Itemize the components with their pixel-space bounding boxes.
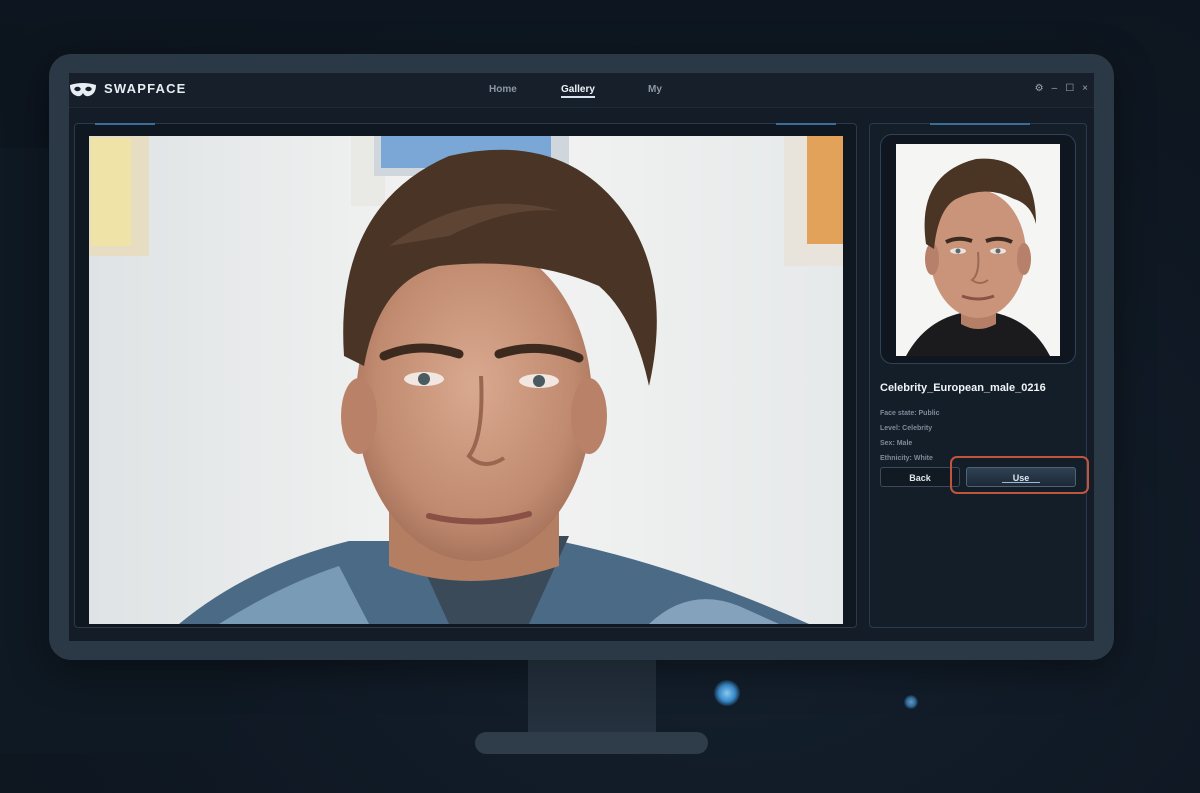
nav-home[interactable]: Home xyxy=(489,84,517,95)
background-top-shade xyxy=(0,0,1200,60)
app-window: SWAPFACE Home Gallery My ⚙ – ☐ × Celebri… xyxy=(69,73,1094,641)
nav-gallery[interactable]: Gallery xyxy=(561,84,595,98)
ambient-light-dot-small xyxy=(904,695,918,709)
video-frame-image xyxy=(89,136,843,624)
face-sex: Sex: Male xyxy=(880,440,913,447)
portrait-image xyxy=(896,144,1060,356)
maximize-icon[interactable]: ☐ xyxy=(1065,83,1074,95)
window-controls: ⚙ – ☐ × xyxy=(1035,83,1088,95)
face-state: Face state: Public xyxy=(880,410,940,417)
nav-my[interactable]: My xyxy=(648,84,662,95)
face-level: Level: Celebrity xyxy=(880,425,933,432)
settings-icon[interactable]: ⚙ xyxy=(1035,83,1044,95)
use-button[interactable]: Use xyxy=(966,467,1076,487)
ambient-light-dot xyxy=(714,680,740,706)
mask-icon xyxy=(70,83,96,97)
minimize-icon[interactable]: – xyxy=(1052,83,1058,95)
celebrity-portrait xyxy=(896,144,1060,356)
face-name: Celebrity_European_male_0216 xyxy=(880,382,1046,394)
back-button[interactable]: Back xyxy=(880,467,960,487)
app-brand: SWAPFACE xyxy=(104,81,187,96)
monitor-stand xyxy=(475,732,708,754)
title-bar: SWAPFACE Home Gallery My ⚙ – ☐ × xyxy=(69,73,1094,108)
face-detail-panel: Celebrity_European_male_0216 Face state:… xyxy=(869,123,1087,628)
portrait-frame xyxy=(880,134,1076,364)
face-ethnicity: Ethnicity: White xyxy=(880,455,933,462)
swapped-face-video xyxy=(89,136,843,624)
close-icon[interactable]: × xyxy=(1082,83,1088,95)
monitor-neck xyxy=(528,660,656,736)
video-preview-panel xyxy=(74,123,857,628)
